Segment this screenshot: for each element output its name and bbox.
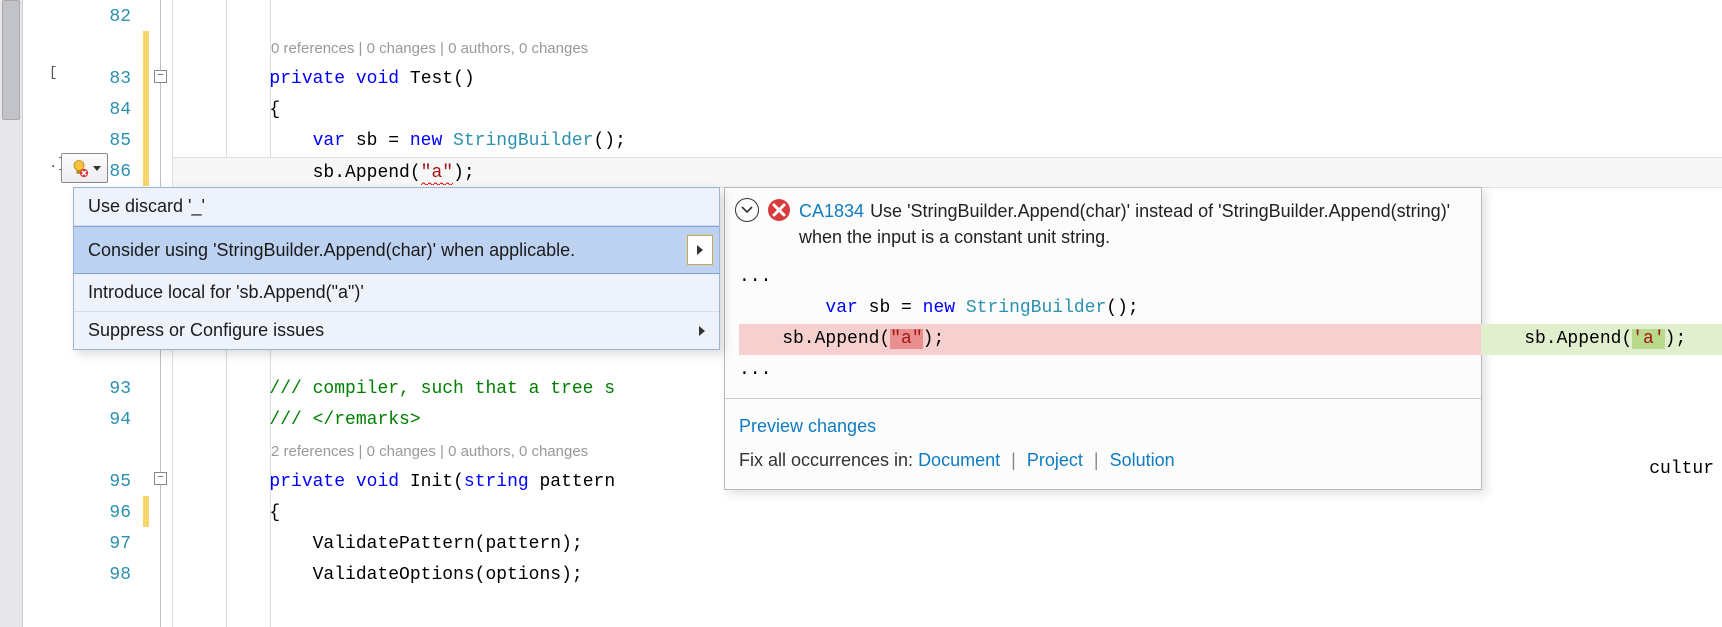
- submenu-indicator[interactable]: [687, 235, 713, 265]
- chevron-down-icon: [93, 166, 101, 171]
- vertical-scrollbar[interactable]: [0, 0, 23, 627]
- code-line-active[interactable]: sb.Append("a");: [173, 157, 1722, 188]
- fix-document-link[interactable]: Document: [918, 450, 1000, 470]
- preview-changes-link[interactable]: Preview changes: [739, 416, 876, 436]
- quick-action-label: Introduce local for 'sb.Append("a")': [88, 282, 364, 303]
- code-line[interactable]: var sb = new StringBuilder();: [173, 126, 1722, 157]
- quick-action-label: Use discard '_': [88, 196, 205, 217]
- fix-preview-tooltip: CA1834Use 'StringBuilder.Append(char)' i…: [724, 187, 1482, 490]
- quick-action-item-selected[interactable]: Consider using 'StringBuilder.Append(cha…: [74, 226, 719, 274]
- code-line[interactable]: private void Test(): [173, 64, 1722, 95]
- line-number: 97: [78, 529, 131, 560]
- code-line[interactable]: ValidateOptions(options);: [173, 560, 1722, 591]
- diff-added-line: sb.Append('a');: [1481, 324, 1722, 355]
- collapse-button[interactable]: [735, 198, 759, 222]
- line-number: 98: [78, 560, 131, 591]
- bracket-marker: [: [49, 65, 57, 81]
- line-number: 95: [78, 467, 131, 498]
- rule-id[interactable]: CA1834: [799, 201, 864, 221]
- line-number: 82: [78, 2, 131, 33]
- indicator-margin: [ .]^: [23, 0, 78, 627]
- line-number: 96: [78, 498, 131, 529]
- quick-action-item[interactable]: Use discard '_': [74, 188, 719, 226]
- chevron-down-icon: [741, 206, 753, 214]
- line-number: 94: [78, 405, 131, 436]
- collapse-toggle[interactable]: −: [154, 472, 167, 485]
- diff-preview: ... var sb = new StringBuilder(); sb.App…: [725, 258, 1481, 394]
- preview-header: CA1834Use 'StringBuilder.Append(char)' i…: [725, 188, 1481, 258]
- lightbulb-icon: [69, 158, 89, 178]
- scrollbar-thumb[interactable]: [2, 0, 20, 120]
- quick-actions-menu: Use discard '_' Consider using 'StringBu…: [73, 187, 720, 350]
- overflow-code-fragment: cultur: [1649, 459, 1714, 479]
- fix-project-link[interactable]: Project: [1027, 450, 1083, 470]
- code-line[interactable]: {: [173, 95, 1722, 126]
- quick-action-item[interactable]: Suppress or Configure issues: [74, 312, 719, 349]
- chevron-right-icon: [697, 245, 703, 255]
- rule-message: Use 'StringBuilder.Append(char)' instead…: [799, 201, 1450, 247]
- codelens[interactable]: 0 references | 0 changes | 0 authors, 0 …: [173, 33, 1722, 64]
- code-line[interactable]: ValidatePattern(pattern);: [173, 529, 1722, 560]
- quick-action-item[interactable]: Introduce local for 'sb.Append("a")': [74, 274, 719, 312]
- line-number: 83: [78, 64, 131, 95]
- code-line[interactable]: {: [173, 498, 1722, 529]
- line-number: 93: [78, 374, 131, 405]
- line-number: 84: [78, 95, 131, 126]
- quick-action-label: Consider using 'StringBuilder.Append(cha…: [88, 240, 575, 261]
- chevron-right-icon: [699, 326, 705, 336]
- diff-removed-line: sb.Append("a");: [739, 324, 1481, 355]
- lightbulb-button[interactable]: [61, 153, 108, 183]
- preview-actions: Preview changes Fix all occurrences in: …: [725, 399, 1481, 489]
- fix-solution-link[interactable]: Solution: [1110, 450, 1175, 470]
- quick-action-label: Suppress or Configure issues: [88, 320, 324, 341]
- error-icon: [767, 198, 791, 222]
- collapse-toggle[interactable]: −: [154, 70, 167, 83]
- fix-all-label: Fix all occurrences in:: [739, 450, 918, 470]
